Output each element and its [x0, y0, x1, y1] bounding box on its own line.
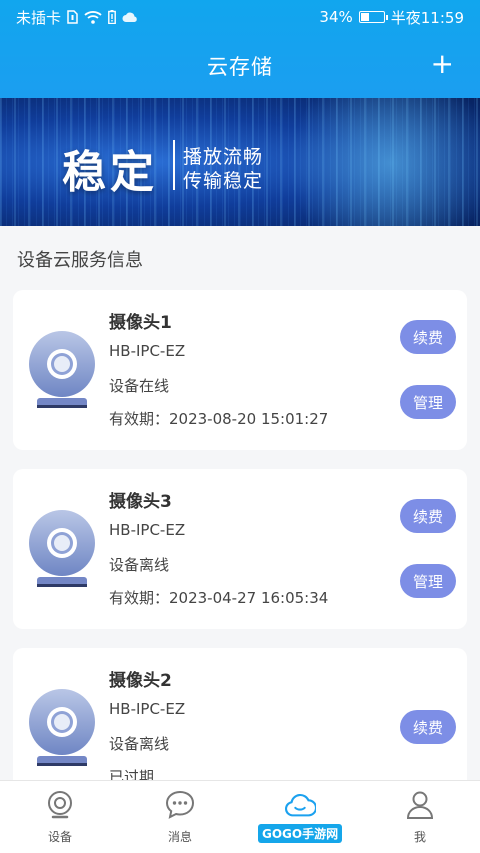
camera-device-icon — [29, 689, 95, 766]
renew-button[interactable]: 续费 — [400, 499, 456, 533]
user-icon — [406, 791, 434, 819]
nav-item-me[interactable]: 我 — [360, 781, 480, 853]
nav-item-messages[interactable]: 消息 — [120, 781, 240, 853]
carrier-text: 未插卡 — [16, 8, 62, 27]
status-bar: 未插卡 34% 半夜11:59 — [0, 0, 480, 34]
watermark: GOGO手游网 — [258, 822, 343, 844]
manage-button[interactable]: 管理 — [400, 564, 456, 598]
device-card[interactable]: 摄像头2 HB-IPC-EZ 设备离线 已过期 续费 — [13, 648, 467, 780]
banner-subline-1: 播放流畅 — [183, 146, 264, 168]
renew-button[interactable]: 续费 — [400, 320, 456, 354]
promo-banner[interactable]: 稳定 播放流畅 传输稳定 — [0, 98, 480, 226]
device-expiry: 有效期：2023-04-27 16:05:34 — [109, 589, 329, 607]
device-expiry: 有效期：2023-08-20 15:01:27 — [109, 410, 329, 428]
bottom-nav: 设备 消息 我 — [0, 780, 480, 853]
device-name: 摄像头1 — [109, 313, 172, 333]
status-bar-right: 34% 半夜11:59 — [319, 7, 464, 28]
sim-icon — [67, 10, 78, 24]
battery-percent: 34% — [319, 8, 353, 26]
renew-button[interactable]: 续费 — [400, 710, 456, 744]
device-model: HB-IPC-EZ — [109, 700, 186, 718]
device-name: 摄像头2 — [109, 671, 172, 691]
battery-icon — [358, 11, 388, 23]
app-header: 未插卡 34% 半夜11:59 云存储 + — [0, 0, 480, 98]
device-status: 设备在线 — [109, 377, 170, 395]
add-button[interactable]: + — [431, 48, 454, 80]
nav-item-devices[interactable]: 设备 — [0, 781, 120, 853]
battery-alert-icon — [108, 10, 116, 24]
chat-icon — [165, 790, 195, 819]
page-title: 云存储 — [207, 55, 273, 79]
wifi-icon — [84, 11, 102, 24]
watermark-text: GOGO手游网 — [258, 823, 343, 843]
banner-divider — [173, 140, 175, 190]
nav-label-devices: 设备 — [47, 830, 72, 844]
device-expiry: 已过期 — [109, 768, 155, 780]
banner-glow — [260, 98, 480, 226]
cloud-status-icon — [122, 12, 137, 22]
app-bar: 云存储 + — [0, 34, 480, 98]
camera-device-icon — [29, 510, 95, 587]
device-name: 摄像头3 — [109, 492, 172, 512]
status-bar-left: 未插卡 — [16, 7, 138, 28]
nav-label-messages: 消息 — [167, 830, 192, 844]
device-status: 设备离线 — [109, 556, 170, 574]
banner-subline-2: 传输稳定 — [183, 170, 264, 192]
cloud-icon — [285, 794, 316, 817]
nav-label-me: 我 — [413, 830, 426, 844]
camera-device-icon — [29, 331, 95, 408]
device-list-section[interactable]: 设备云服务信息 摄像头1 HB-IPC-EZ 设备在线 有效期：2023-08-… — [0, 226, 480, 780]
clock: 半夜11:59 — [390, 8, 464, 27]
device-card[interactable]: 摄像头1 HB-IPC-EZ 设备在线 有效期：2023-08-20 15:01… — [13, 290, 467, 450]
section-title: 设备云服务信息 — [17, 250, 143, 271]
device-model: HB-IPC-EZ — [109, 342, 186, 360]
camera-icon — [48, 791, 72, 819]
device-card[interactable]: 摄像头3 HB-IPC-EZ 设备离线 有效期：2023-04-27 16:05… — [13, 469, 467, 629]
device-status: 设备离线 — [109, 735, 170, 753]
manage-button[interactable]: 管理 — [400, 385, 456, 419]
device-model: HB-IPC-EZ — [109, 521, 186, 539]
banner-headline: 稳定 — [62, 147, 158, 198]
